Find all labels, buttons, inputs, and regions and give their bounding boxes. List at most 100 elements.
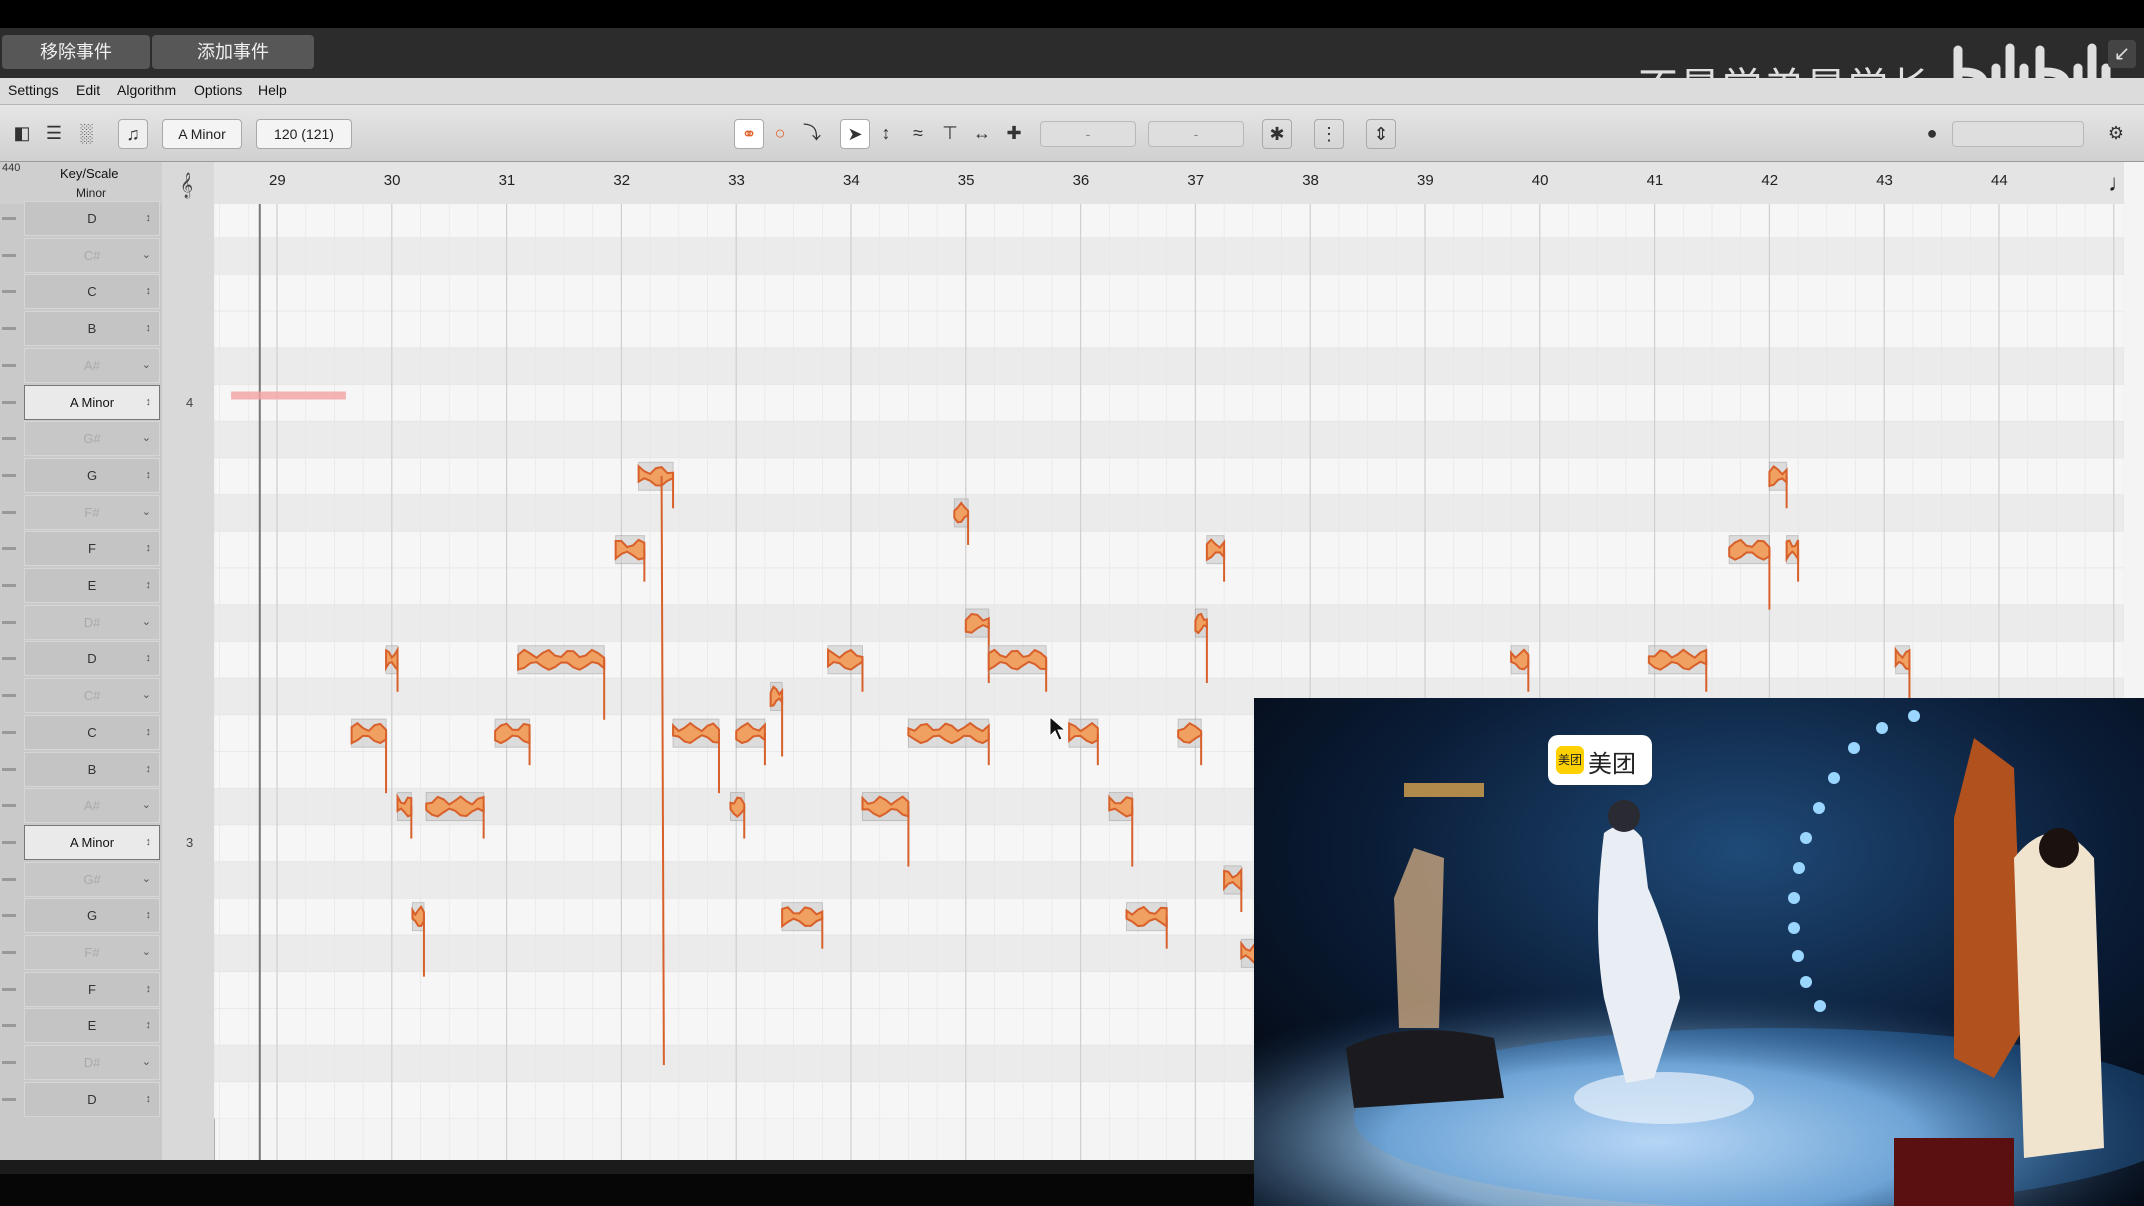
collapse-corner-icon[interactable]: ↙ bbox=[2108, 40, 2136, 68]
note-icon[interactable]: ♩ bbox=[2108, 170, 2132, 198]
row-marker bbox=[2, 987, 16, 991]
scale-row[interactable]: C ↕ bbox=[24, 274, 160, 310]
level-amplitude-icon[interactable]: ⇕ bbox=[1366, 119, 1396, 149]
scale-row[interactable]: C ↕ bbox=[24, 714, 160, 750]
scale-row-arrow-icon[interactable]: ↕ bbox=[146, 569, 152, 602]
key-scale-header[interactable]: Key/Scale bbox=[60, 166, 119, 181]
menu-edit[interactable]: Edit bbox=[76, 82, 100, 98]
row-marker bbox=[2, 620, 16, 624]
scale-row[interactable]: F# ⌄ bbox=[24, 935, 160, 970]
scale-row-arrow-icon[interactable]: ↕ bbox=[146, 642, 152, 675]
menu-algorithm[interactable]: Algorithm bbox=[117, 82, 176, 98]
tempo-field[interactable]: 120 (121) bbox=[256, 119, 352, 149]
formant-tool-icon[interactable]: ⤵ bbox=[798, 119, 826, 147]
scale-row[interactable]: A Minor ↕ bbox=[24, 824, 160, 860]
scale-row[interactable]: F ↕ bbox=[24, 531, 160, 567]
scale-row[interactable]: A# ⌄ bbox=[24, 347, 160, 383]
scale-row[interactable]: E ↕ bbox=[24, 1008, 160, 1044]
key-selector[interactable]: A Minor bbox=[162, 119, 242, 149]
scale-row-arrow-icon[interactable]: ↕ bbox=[146, 202, 152, 235]
tuning-fork-icon[interactable]: ♫ bbox=[118, 119, 148, 149]
note-separation-icon[interactable]: ✚ bbox=[1000, 119, 1028, 147]
scale-row-label: D bbox=[87, 651, 97, 667]
gear-icon[interactable]: ⚙ bbox=[2102, 119, 2130, 147]
scale-row-label: E bbox=[87, 578, 97, 593]
scale-row[interactable]: D ↕ bbox=[24, 1081, 160, 1117]
zoom-slider[interactable] bbox=[1952, 121, 2084, 147]
row-marker bbox=[2, 584, 16, 587]
note-field-2[interactable]: - bbox=[1148, 121, 1244, 147]
scale-row-arrow-icon[interactable]: ⌄ bbox=[142, 936, 151, 969]
row-marker bbox=[2, 1061, 16, 1065]
bar-number: 41 bbox=[1646, 172, 1664, 189]
scale-row[interactable]: G ↕ bbox=[24, 457, 160, 493]
scale-row-arrow-icon[interactable]: ↕ bbox=[146, 1009, 152, 1042]
row-marker bbox=[2, 363, 16, 367]
scale-row-arrow-icon[interactable]: ⌄ bbox=[142, 349, 151, 382]
treble-clef-icon[interactable]: 𝄞 bbox=[180, 172, 193, 198]
sidebar-toggle-icon[interactable]: ◧ bbox=[8, 119, 36, 147]
row-marker bbox=[2, 694, 16, 698]
scale-row-arrow-icon[interactable]: ↕ bbox=[146, 275, 152, 308]
scale-row-arrow-icon[interactable]: ↕ bbox=[146, 312, 152, 345]
scale-row-arrow-icon[interactable]: ⌄ bbox=[142, 789, 151, 822]
scale-row-arrow-icon[interactable]: ↕ bbox=[146, 753, 152, 786]
scale-row[interactable]: G ↕ bbox=[24, 898, 160, 934]
selection-line[interactable] bbox=[231, 391, 346, 400]
scale-row[interactable]: B ↕ bbox=[24, 311, 160, 347]
scale-row-arrow-icon[interactable]: ⌄ bbox=[142, 239, 151, 272]
quantize-time-icon[interactable]: ⋮ bbox=[1314, 119, 1344, 149]
scale-row[interactable]: B ↕ bbox=[24, 751, 160, 787]
formant-icon[interactable]: ⊤ bbox=[936, 119, 964, 147]
scale-row-arrow-icon[interactable]: ↕ bbox=[146, 826, 152, 859]
scale-row[interactable]: G# ⌄ bbox=[24, 421, 160, 457]
bar-chart-icon[interactable]: ░ bbox=[72, 119, 100, 147]
correct-pitch-icon[interactable]: ✱ bbox=[1262, 119, 1292, 149]
scale-row-arrow-icon[interactable]: ↕ bbox=[146, 716, 152, 749]
scale-row-arrow-icon[interactable]: ⌄ bbox=[142, 422, 151, 455]
menu-settings[interactable]: Settings bbox=[8, 82, 59, 98]
scale-row-arrow-icon[interactable]: ⌄ bbox=[142, 496, 151, 529]
scale-row-arrow-icon[interactable]: ⌄ bbox=[142, 1046, 151, 1079]
pitch-drift-icon[interactable]: ≈ bbox=[904, 119, 932, 147]
scale-row[interactable]: G# ⌄ bbox=[24, 861, 160, 897]
scale-header: 440 Key/Scale Minor bbox=[0, 162, 162, 205]
scale-row-arrow-icon[interactable]: ↕ bbox=[146, 532, 152, 565]
scale-row[interactable]: F# ⌄ bbox=[24, 494, 160, 530]
scale-row[interactable]: D# ⌄ bbox=[24, 1045, 160, 1081]
add-event-button[interactable]: 添加事件 bbox=[152, 35, 314, 69]
grid-row bbox=[214, 310, 2124, 349]
scale-row[interactable]: A# ⌄ bbox=[24, 788, 160, 824]
scale-row[interactable]: D# ⌄ bbox=[24, 604, 160, 640]
row-marker bbox=[2, 437, 16, 441]
note-field-1[interactable]: - bbox=[1040, 121, 1136, 147]
scale-row-arrow-icon[interactable]: ⌄ bbox=[142, 863, 151, 896]
scale-row[interactable]: D ↕ bbox=[24, 201, 160, 236]
amplitude-tool-icon[interactable]: ○ bbox=[766, 119, 794, 147]
scale-row[interactable]: F ↕ bbox=[24, 971, 160, 1007]
pointer-tool-icon[interactable]: ➤ bbox=[840, 119, 870, 149]
scale-row[interactable]: A Minor ↕ bbox=[24, 384, 160, 420]
time-tool-icon[interactable]: ↔ bbox=[968, 119, 996, 147]
scale-row-arrow-icon[interactable]: ↕ bbox=[146, 899, 152, 932]
scale-row-arrow-icon[interactable]: ↕ bbox=[146, 1083, 152, 1116]
menu-options[interactable]: Options bbox=[194, 82, 242, 98]
scale-row[interactable]: C# ⌄ bbox=[24, 678, 160, 714]
remove-event-button[interactable]: 移除事件 bbox=[2, 35, 150, 69]
bar-number: 42 bbox=[1761, 172, 1779, 189]
scale-row-arrow-icon[interactable]: ↕ bbox=[146, 459, 152, 492]
scale-row[interactable]: C# ⌄ bbox=[24, 237, 160, 273]
scale-row-arrow-icon[interactable]: ↕ bbox=[146, 386, 152, 419]
scale-row-arrow-icon[interactable]: ↕ bbox=[146, 973, 152, 1006]
scale-row-arrow-icon[interactable]: ⌄ bbox=[142, 606, 151, 639]
menu-help[interactable]: Help bbox=[258, 82, 287, 98]
scale-row[interactable]: D ↕ bbox=[24, 641, 160, 677]
pitch-tool-icon[interactable]: ⚭ bbox=[734, 119, 764, 149]
bar-number: 29 bbox=[269, 172, 286, 189]
pitch-modulation-icon[interactable]: ↕ bbox=[872, 119, 900, 147]
row-marker bbox=[2, 951, 16, 954]
scale-row[interactable]: E ↕ bbox=[24, 568, 160, 603]
scale-row-arrow-icon[interactable]: ⌄ bbox=[142, 679, 151, 712]
zoom-in-icon[interactable]: ● bbox=[1912, 119, 1952, 147]
mixer-icon[interactable]: ☰ bbox=[40, 119, 68, 147]
